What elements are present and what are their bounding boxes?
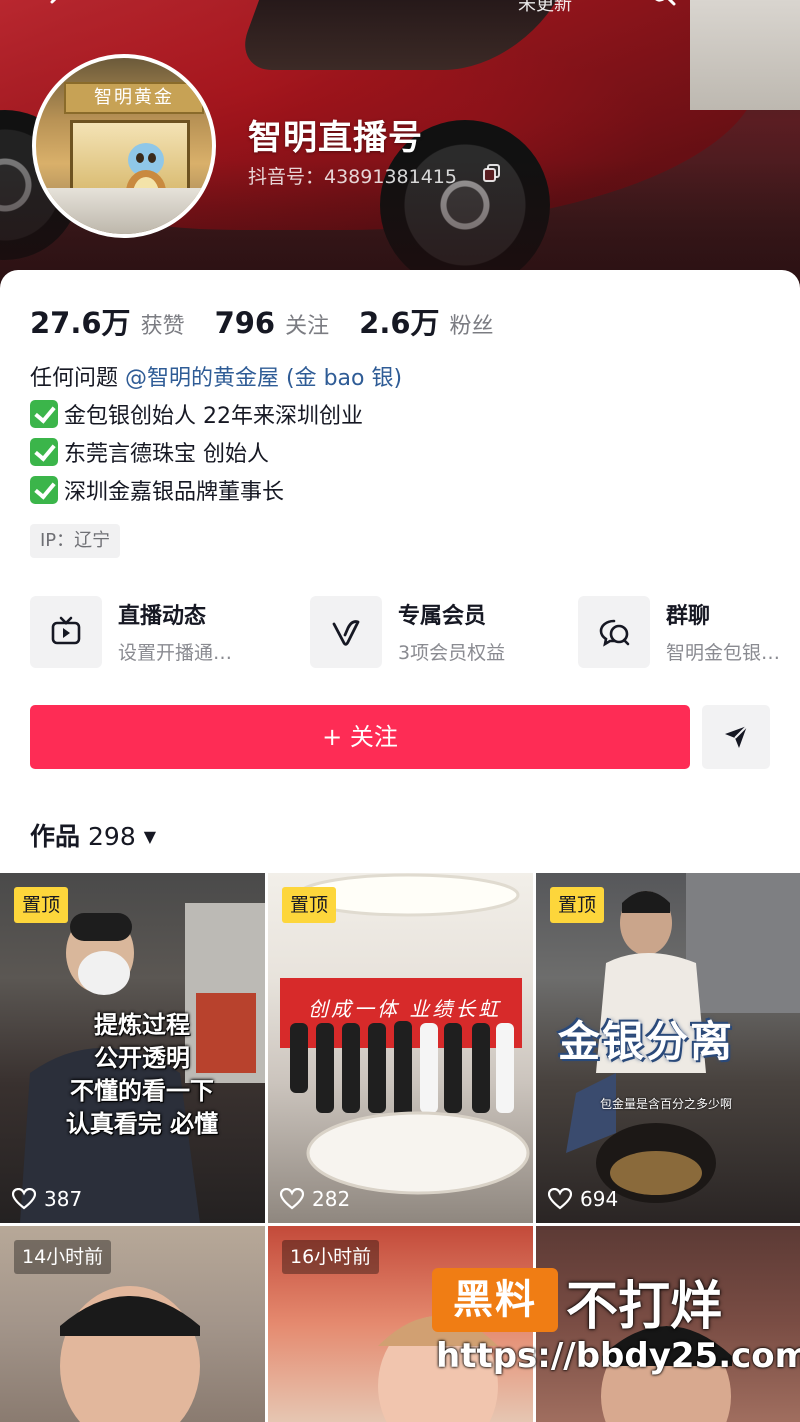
back-icon[interactable] [48, 0, 68, 17]
heart-icon [12, 1188, 36, 1210]
tv-icon [30, 596, 102, 668]
stats-row: 27.6万 获赞 796 关注 2.6万 粉丝 [30, 300, 524, 340]
bio-line: 任何问题 @智明的黄金屋 (金 bao 银) [30, 360, 402, 398]
like-count: 282 [280, 1187, 350, 1211]
update-status[interactable]: 未更新 [518, 0, 572, 16]
stat-value: 27.6万 [30, 306, 131, 340]
stat-label: 关注 [285, 314, 330, 339]
video-thumbnail[interactable]: 14小时前 [0, 1226, 265, 1422]
bio-text: 东莞言德珠宝 创始人 [64, 442, 269, 467]
profile-name: 智明直播号 [248, 118, 423, 158]
share-button[interactable] [702, 705, 770, 769]
watermark-text: 不打烊 [566, 1277, 723, 1337]
bio-text: 金包银创始人 22年来深圳创业 [64, 404, 363, 429]
check-icon [30, 476, 58, 504]
feature-subtitle: 3项会员权益 [398, 642, 506, 664]
video-thumbnail[interactable]: 置顶 提炼过程 公开透明 不懂的看一下 认真看完 必懂 387 [0, 873, 265, 1223]
banner-text: 创成一体 业绩长虹 [308, 997, 502, 1021]
douyin-id: 抖音号：43891381415 [248, 166, 457, 188]
stat-label: 获赞 [140, 314, 185, 339]
watermark-logo: 黑料 [432, 1268, 558, 1332]
pinned-badge: 置顶 [550, 887, 605, 923]
feature-title: 直播动态 [118, 604, 207, 629]
check-icon [30, 400, 58, 428]
video-subtitle: 包金量是含百分之多少啊 [600, 1097, 733, 1111]
search-icon[interactable] [646, 0, 676, 15]
feature-title: 专属会员 [398, 604, 487, 629]
ip-location-tag: IP：辽宁 [30, 524, 121, 558]
feature-subtitle: 设置开播通… [118, 642, 233, 664]
time-badge: 14小时前 [14, 1240, 112, 1274]
stat-value: 796 [214, 306, 276, 340]
tab-works-count: 298 [88, 822, 136, 851]
video-caption: 金银分离 [558, 1017, 735, 1066]
tab-works[interactable]: 作品 298 ▼ [30, 817, 156, 853]
time-badge: 16小时前 [282, 1240, 380, 1274]
bio: 任何问题 @智明的黄金屋 (金 bao 银) 金包银创始人 22年来深圳创业 东… [30, 360, 402, 512]
follow-button[interactable]: + 关注 [30, 705, 690, 769]
feature-membership[interactable]: 专属会员 3项会员权益 [310, 596, 580, 668]
stat-label: 粉丝 [449, 314, 494, 339]
chat-icon [578, 596, 650, 668]
caret-down-icon: ▼ [143, 827, 157, 846]
heart-icon [548, 1188, 572, 1210]
feature-subtitle: 智明金包银… [666, 642, 781, 664]
bio-prefix: 任何问题 [30, 366, 125, 391]
watermark-url: https://bbdy25.com [436, 1336, 800, 1376]
bio-mention-link[interactable]: @智明的黄金屋 (金 bao 银) [125, 366, 402, 391]
bio-line: 深圳金嘉银品牌董事长 [30, 474, 402, 512]
video-thumbnail[interactable]: 置顶 金银分离 包金量是含百分之多少啊 694 [536, 873, 800, 1223]
pinned-badge: 置顶 [14, 887, 69, 923]
bio-text: 深圳金嘉银品牌董事长 [64, 480, 285, 505]
check-icon [30, 438, 58, 466]
avatar-shop-sign: 智明黄金 [64, 82, 204, 114]
feature-live-updates[interactable]: 直播动态 设置开播通… [30, 596, 300, 668]
pinned-badge: 置顶 [282, 887, 337, 923]
tab-works-label: 作品 [30, 822, 81, 851]
copy-icon[interactable] [483, 164, 501, 182]
feature-group-chat[interactable]: 群聊 智明金包银… [578, 596, 800, 668]
vip-icon [310, 596, 382, 668]
video-thumbnail[interactable]: 创成一体 业绩长虹 置顶 282 [268, 873, 533, 1223]
bio-line: 东莞言德珠宝 创始人 [30, 436, 402, 474]
heart-icon [280, 1188, 304, 1210]
stat-following[interactable]: 796 关注 [215, 306, 330, 340]
stat-value: 2.6万 [359, 306, 440, 340]
stat-followers[interactable]: 2.6万 粉丝 [359, 300, 493, 342]
like-count: 387 [12, 1187, 82, 1211]
bio-line: 金包银创始人 22年来深圳创业 [30, 398, 402, 436]
feature-title: 群聊 [666, 604, 711, 629]
video-caption: 提炼过程 公开透明 不懂的看一下 认真看完 必懂 [65, 1011, 219, 1138]
avatar[interactable]: 智明黄金 [32, 54, 216, 238]
send-icon [725, 725, 748, 748]
stat-likes[interactable]: 27.6万 获赞 [30, 300, 185, 342]
like-count: 694 [548, 1187, 618, 1211]
